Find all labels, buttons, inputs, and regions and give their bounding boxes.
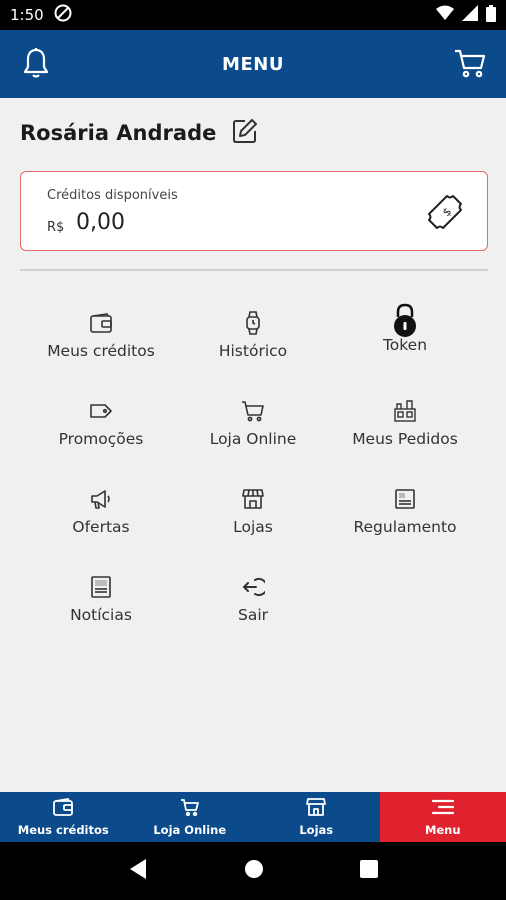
tag-icon: [88, 398, 114, 424]
menu-item-label: Loja Online: [209, 430, 297, 448]
nav-label: Loja Online: [153, 822, 227, 837]
logout-icon: [240, 574, 266, 600]
menu-item-lojas[interactable]: Lojas: [177, 476, 329, 556]
nav-tab-meus-creditos[interactable]: Meus créditos: [0, 792, 127, 842]
menu-item-label: Notícias: [70, 606, 132, 624]
menu-item-noticias[interactable]: Notícias: [25, 564, 177, 644]
divider: [20, 269, 488, 271]
cart-icon[interactable]: [452, 45, 488, 81]
menu-item-label: Regulamento: [353, 518, 457, 536]
menu-item-meus-pedidos[interactable]: Meus Pedidos: [329, 388, 481, 468]
battery-icon: [486, 4, 496, 26]
menu-item-token[interactable]: Token: [329, 300, 481, 380]
menu-item-label: Lojas: [233, 518, 273, 536]
money-ticket-icon: $: [425, 194, 465, 230]
edit-icon[interactable]: [232, 118, 258, 148]
wallet-icon: [88, 310, 114, 336]
menu-icon: [431, 798, 455, 820]
recents-icon[interactable]: [360, 860, 378, 882]
nav-label: Menu: [424, 822, 461, 837]
svg-text:$: $: [440, 205, 454, 219]
watch-icon: [240, 310, 266, 336]
menu-item-label: Meus Pedidos: [352, 430, 458, 448]
menu-item-label: Ofertas: [72, 518, 130, 536]
app-header: MENU: [0, 30, 506, 98]
signal-icon: [462, 5, 478, 25]
credits-value: 0,00: [76, 210, 125, 235]
wifi-icon: [436, 5, 454, 25]
store-icon: [240, 486, 266, 512]
menu-item-label: Meus créditos: [47, 342, 155, 360]
home-icon[interactable]: [244, 859, 264, 883]
nav-tab-menu[interactable]: Menu: [379, 792, 506, 842]
user-row: Rosária Andrade: [20, 118, 258, 148]
status-time: 1:50: [10, 6, 44, 24]
megaphone-icon: [88, 486, 114, 512]
wallet-icon: [53, 797, 74, 820]
credits-card[interactable]: Créditos disponíveis R$ 0,00 $: [20, 171, 488, 251]
bottom-nav: Meus créditos Loja Online Lojas Menu: [0, 792, 506, 842]
credits-currency: R$: [47, 220, 65, 235]
status-bar: 1:50: [0, 0, 506, 30]
nav-tab-lojas[interactable]: Lojas: [253, 792, 380, 842]
news-icon: [88, 574, 114, 600]
user-name: Rosária Andrade: [20, 121, 217, 145]
dnd-icon: [54, 4, 72, 26]
document-icon: [392, 486, 418, 512]
menu-item-ofertas[interactable]: Ofertas: [25, 476, 177, 556]
menu-item-label: Token: [382, 336, 428, 354]
cart-icon: [180, 798, 200, 820]
system-nav-bar: [0, 842, 506, 900]
menu-item-sair[interactable]: Sair: [177, 564, 329, 644]
nav-label: Lojas: [299, 822, 334, 837]
back-icon[interactable]: [128, 858, 148, 884]
menu-item-historico[interactable]: Histórico: [177, 300, 329, 380]
bell-icon[interactable]: [18, 45, 54, 81]
menu-item-regulamento[interactable]: Regulamento: [329, 476, 481, 556]
nav-label: Meus créditos: [17, 822, 109, 837]
nav-tab-loja-online[interactable]: Loja Online: [127, 792, 254, 842]
menu-item-promocoes[interactable]: Promoções: [25, 388, 177, 468]
menu-item-loja-online[interactable]: Loja Online: [177, 388, 329, 468]
page-title: MENU: [222, 53, 284, 75]
menu-item-label: Histórico: [218, 342, 288, 360]
lock-icon: [392, 303, 418, 337]
credits-label: Créditos disponíveis: [47, 188, 178, 203]
cart-icon: [240, 398, 266, 424]
menu-item-label: Sair: [237, 606, 269, 624]
orders-icon: [392, 398, 418, 424]
menu-item-label: Promoções: [58, 430, 144, 448]
store-icon: [306, 797, 327, 820]
menu-item-meus-creditos[interactable]: Meus créditos: [25, 300, 177, 380]
